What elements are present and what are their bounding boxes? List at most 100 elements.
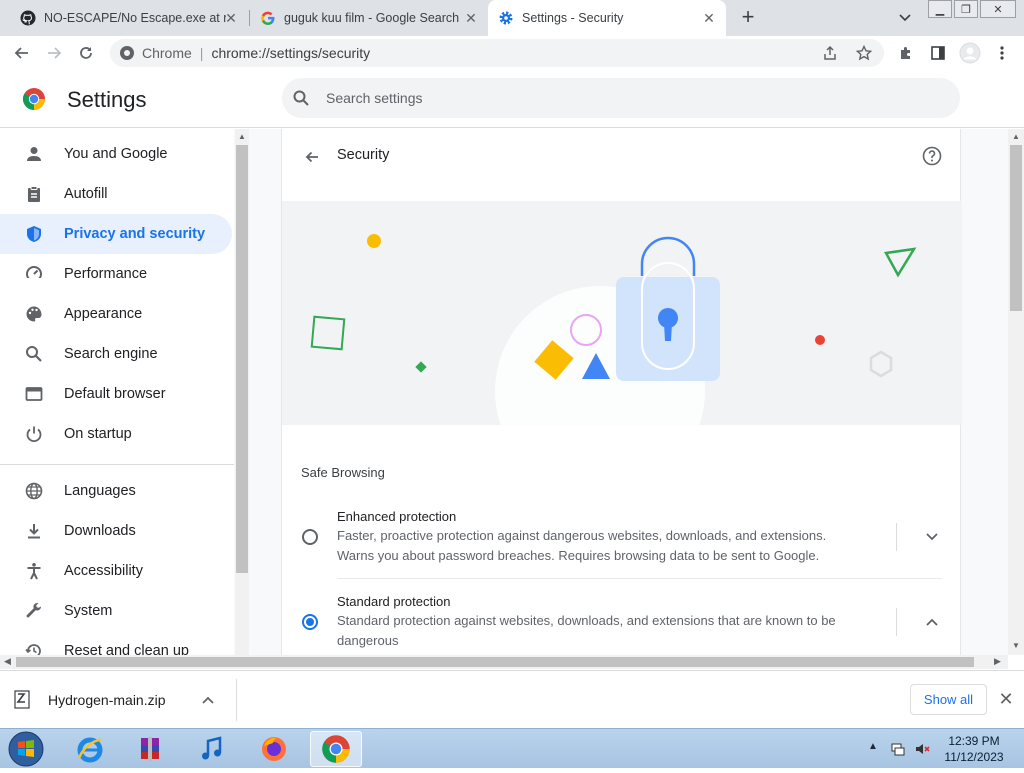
chrome-taskbar-icon[interactable] bbox=[310, 731, 362, 767]
restore-button[interactable]: ❐ bbox=[954, 0, 978, 18]
side-panel-icon[interactable] bbox=[925, 40, 951, 66]
sidebar-item-on-startup[interactable]: On startup bbox=[0, 414, 232, 454]
minimize-button[interactable]: ▁ bbox=[928, 0, 952, 18]
tab-google-search[interactable]: guguk kuu film - Google Search ✕ bbox=[250, 0, 488, 36]
scroll-down-arrow-icon[interactable]: ▼ bbox=[1012, 641, 1020, 650]
sidebar-item-label: Languages bbox=[64, 483, 136, 499]
extensions-puzzle-icon[interactable] bbox=[893, 40, 919, 66]
bookmark-star-icon[interactable] bbox=[856, 45, 872, 61]
globe-icon bbox=[24, 481, 44, 501]
more-menu-icon[interactable] bbox=[989, 40, 1015, 66]
taskbar-clock[interactable]: 12:39 PM 11/12/2023 bbox=[940, 733, 1008, 765]
show-all-button[interactable]: Show all bbox=[910, 684, 987, 715]
sidebar-item-languages[interactable]: Languages bbox=[0, 471, 232, 511]
shield-icon bbox=[24, 224, 44, 244]
close-window-button[interactable]: ✕ bbox=[980, 0, 1016, 18]
sidebar-divider bbox=[0, 464, 234, 465]
download-icon bbox=[24, 521, 44, 541]
google-icon bbox=[260, 10, 276, 26]
sidebar-item-system[interactable]: System bbox=[0, 591, 232, 631]
sidebar-item-label: On startup bbox=[64, 426, 132, 442]
sidebar-item-label: Downloads bbox=[64, 523, 136, 539]
sidebar-item-appearance[interactable]: Appearance bbox=[0, 294, 232, 334]
firefox-icon[interactable] bbox=[248, 731, 300, 767]
option-divider bbox=[896, 523, 897, 551]
new-tab-button[interactable]: + bbox=[736, 6, 760, 30]
tray-expand-icon[interactable]: ▲ bbox=[868, 741, 878, 752]
palette-icon bbox=[24, 304, 44, 324]
site-label: Chrome bbox=[142, 45, 192, 61]
search-icon bbox=[292, 89, 312, 107]
close-icon[interactable]: ✕ bbox=[995, 688, 1017, 710]
scrollbar-thumb[interactable] bbox=[16, 657, 974, 667]
sidebar-scrollbar[interactable]: ▲ bbox=[235, 129, 249, 655]
settings-header: Settings bbox=[0, 70, 1024, 128]
chevron-down-icon[interactable] bbox=[920, 525, 944, 549]
tab-strip: NO-ESCAPE/No Escape.exe at m ✕ guguk kuu… bbox=[0, 0, 1024, 36]
back-arrow-icon[interactable] bbox=[300, 145, 324, 169]
music-note-icon[interactable] bbox=[186, 731, 238, 767]
zip-file-icon bbox=[14, 690, 32, 710]
page-scrollbar[interactable]: ▲ ▼ bbox=[1008, 129, 1024, 655]
chevron-up-icon[interactable] bbox=[920, 610, 944, 634]
security-card: Security Safe Browsing Enhanced protecti… bbox=[281, 129, 962, 655]
download-item[interactable]: Hydrogen-main.zip bbox=[14, 680, 236, 720]
close-tab-icon[interactable]: ✕ bbox=[222, 9, 240, 27]
sidebar-item-search-engine[interactable]: Search engine bbox=[0, 334, 232, 374]
sidebar-item-label: Privacy and security bbox=[64, 226, 206, 242]
option-description: Faster, proactive protection against dan… bbox=[337, 528, 827, 563]
tab-settings-security[interactable]: Settings - Security ✕ bbox=[488, 0, 726, 36]
scroll-right-arrow-icon[interactable]: ▶ bbox=[994, 656, 1001, 667]
sidebar-item-privacy-and-security[interactable]: Privacy and security bbox=[0, 214, 232, 254]
chrome-logo-icon bbox=[22, 87, 46, 111]
sidebar-item-label: Performance bbox=[64, 266, 148, 282]
sidebar-item-default-browser[interactable]: Default browser bbox=[0, 374, 232, 414]
reload-icon[interactable] bbox=[73, 40, 99, 66]
volume-muted-icon[interactable] bbox=[914, 741, 930, 757]
scroll-up-arrow-icon[interactable]: ▲ bbox=[238, 132, 246, 141]
close-tab-icon[interactable]: ✕ bbox=[700, 9, 718, 27]
scrollbar-thumb[interactable] bbox=[1010, 145, 1022, 311]
security-illustration bbox=[282, 201, 962, 425]
scroll-up-arrow-icon[interactable]: ▲ bbox=[1012, 132, 1020, 141]
tab-search-chevron-icon[interactable] bbox=[893, 6, 917, 30]
sidebar-item-you-and-google[interactable]: You and Google bbox=[0, 134, 232, 174]
close-tab-icon[interactable]: ✕ bbox=[462, 9, 480, 27]
share-icon[interactable] bbox=[822, 45, 838, 61]
chevron-up-icon[interactable] bbox=[198, 696, 218, 704]
option-divider bbox=[896, 608, 897, 636]
option-title: Standard protection bbox=[337, 594, 451, 609]
sidebar-item-accessibility[interactable]: Accessibility bbox=[0, 551, 232, 591]
network-icon[interactable] bbox=[890, 741, 906, 757]
sidebar-item-performance[interactable]: Performance bbox=[0, 254, 232, 294]
tab-github[interactable]: NO-ESCAPE/No Escape.exe at m ✕ bbox=[8, 0, 248, 36]
start-button[interactable] bbox=[6, 730, 46, 768]
safe-browsing-heading: Safe Browsing bbox=[301, 465, 385, 480]
profile-avatar-icon[interactable] bbox=[957, 40, 983, 66]
search-icon bbox=[24, 344, 44, 364]
sidebar-item-downloads[interactable]: Downloads bbox=[0, 511, 232, 551]
url-text[interactable]: chrome://settings/security bbox=[211, 45, 370, 61]
back-arrow-icon[interactable] bbox=[9, 40, 35, 66]
internet-explorer-icon[interactable] bbox=[64, 731, 116, 767]
scrollbar-thumb[interactable] bbox=[236, 145, 248, 573]
page-title: Settings bbox=[67, 87, 147, 112]
forward-arrow-icon[interactable] bbox=[41, 40, 67, 66]
address-bar[interactable]: Chrome | chrome://settings/security bbox=[110, 39, 884, 67]
help-icon[interactable] bbox=[920, 144, 944, 168]
sidebar-item-autofill[interactable]: Autofill bbox=[0, 174, 232, 214]
winrar-icon[interactable] bbox=[124, 731, 176, 767]
github-icon bbox=[20, 10, 36, 26]
sidebar-item-reset-and-clean-up[interactable]: Reset and clean up bbox=[0, 631, 232, 655]
chrome-site-icon[interactable] bbox=[119, 45, 135, 61]
standard-protection-radio[interactable] bbox=[302, 614, 318, 630]
horizontal-scrollbar[interactable]: ◀ ▶ bbox=[0, 655, 1008, 669]
enhanced-protection-radio[interactable] bbox=[302, 529, 318, 545]
scroll-left-arrow-icon[interactable]: ◀ bbox=[4, 656, 11, 667]
search-input[interactable] bbox=[326, 90, 886, 106]
omnibox-divider: | bbox=[199, 45, 204, 61]
tab-title: NO-ESCAPE/No Escape.exe at m bbox=[44, 11, 226, 25]
tab-title: Settings - Security bbox=[522, 11, 624, 25]
speedometer-icon bbox=[24, 264, 44, 284]
settings-search-box[interactable] bbox=[282, 78, 960, 118]
